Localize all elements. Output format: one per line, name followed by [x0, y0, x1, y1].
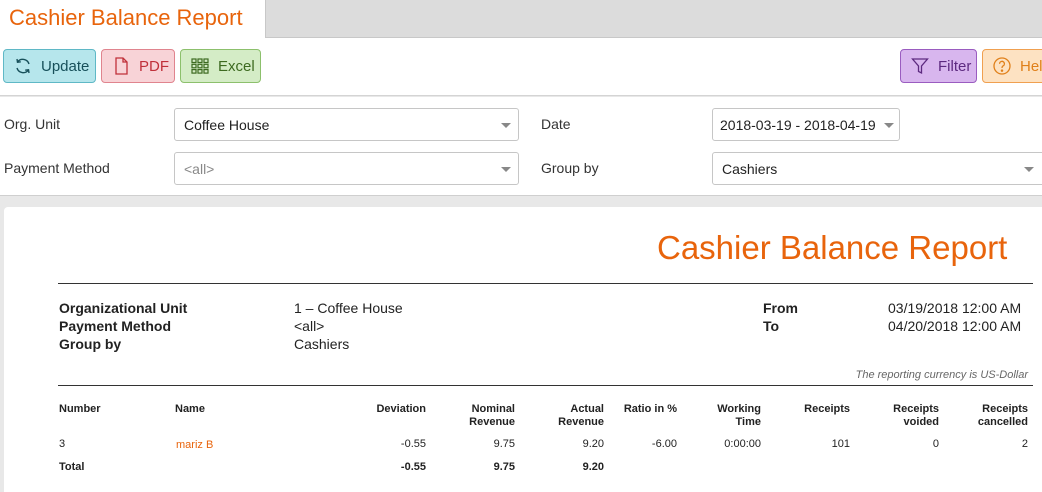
- total-label: Total: [59, 461, 85, 473]
- column-header-name: Name: [175, 403, 205, 415]
- report-org-unit-label: Organizational Unit: [59, 300, 188, 316]
- chevron-down-icon: [501, 123, 511, 128]
- column-header-receipts: Receipts: [804, 403, 850, 415]
- update-button[interactable]: Update: [3, 49, 96, 83]
- refresh-icon: [16, 58, 30, 74]
- total-actual-revenue: 9.20: [582, 461, 604, 473]
- help-button[interactable]: Help: [982, 49, 1042, 83]
- divider: [58, 385, 1033, 386]
- tab-bar: Cashier Balance Report: [0, 0, 1042, 39]
- cell-receipts-voided: 0: [932, 438, 939, 450]
- tab-cashier-balance-report[interactable]: Cashier Balance Report: [0, 0, 266, 39]
- pdf-label: PDF: [139, 57, 169, 75]
- filter-icon: [911, 58, 929, 75]
- date-value: 2018-03-19 - 2018-04-19: [720, 116, 876, 133]
- column-header-actual-revenue: Actual Revenue: [558, 403, 604, 428]
- report-to-label: To: [763, 318, 780, 334]
- total-deviation: -0.55: [400, 461, 426, 473]
- cell-number: 3: [59, 438, 66, 450]
- report-group-by-label: Group by: [59, 336, 122, 352]
- cell-actual-revenue: 9.20: [582, 438, 604, 450]
- column-header-receipts-cancelled: Receipts cancelled: [977, 403, 1028, 428]
- currency-note: The reporting currency is US-Dollar: [855, 369, 1028, 381]
- help-label: Help: [1020, 57, 1042, 75]
- cell-nominal-revenue: 9.75: [493, 438, 515, 450]
- divider: [58, 283, 1033, 284]
- document-icon: [115, 57, 128, 75]
- cell-receipts: 101: [831, 438, 850, 450]
- report-title: Cashier Balance Report: [657, 229, 1008, 266]
- column-header-number: Number: [59, 403, 101, 415]
- total-nominal-revenue: 9.75: [493, 461, 515, 473]
- org-unit-label: Org. Unit: [4, 116, 61, 132]
- payment-method-select[interactable]: <all>: [174, 152, 519, 185]
- column-header-ratio: Ratio in %: [623, 403, 677, 415]
- filter-button[interactable]: Filter: [900, 49, 977, 83]
- cell-working-time: 0:00:00: [724, 438, 761, 450]
- report-from-value: 03/19/2018 12:00 AM: [888, 300, 1022, 316]
- report-org-unit-value: 1 – Coffee House: [294, 300, 403, 316]
- filter-label: Filter: [938, 57, 972, 75]
- cashier-name-link[interactable]: mariz B: [176, 439, 213, 451]
- excel-label: Excel: [218, 57, 255, 75]
- report-group-by-value: Cashiers: [294, 336, 350, 352]
- date-range-select[interactable]: 2018-03-19 - 2018-04-19: [712, 108, 900, 141]
- org-unit-select[interactable]: Coffee House: [174, 108, 519, 141]
- cell-ratio: -6.00: [651, 438, 677, 450]
- cell-deviation: -0.55: [400, 438, 426, 450]
- excel-button[interactable]: Excel: [180, 49, 261, 83]
- grid-icon: [191, 58, 209, 74]
- group-by-label: Group by: [541, 160, 599, 176]
- pdf-button[interactable]: PDF: [101, 49, 175, 83]
- chevron-down-icon: [501, 167, 511, 172]
- column-header-receipts-voided: Receipts voided: [893, 403, 939, 428]
- payment-method-label: Payment Method: [4, 160, 110, 176]
- toolbar: Update PDF Excel Filter Help: [0, 38, 1042, 96]
- tab-title: Cashier Balance Report: [9, 5, 243, 30]
- payment-method-value: <all>: [184, 160, 215, 177]
- org-unit-value: Coffee House: [184, 116, 270, 133]
- report-to-value: 04/20/2018 12:00 AM: [888, 318, 1022, 334]
- report-payment-method-value: <all>: [294, 318, 325, 334]
- update-label: Update: [41, 57, 90, 75]
- column-header-deviation: Deviation: [376, 403, 426, 415]
- report-payment-method-label: Payment Method: [59, 318, 172, 334]
- column-header-working-time: Working Time: [717, 403, 761, 428]
- report-from-label: From: [763, 300, 798, 316]
- column-header-nominal-revenue: Nominal Revenue: [469, 403, 515, 428]
- chevron-down-icon: [884, 123, 894, 128]
- group-by-select[interactable]: Cashiers: [712, 152, 1042, 185]
- question-icon: [993, 57, 1011, 75]
- chevron-down-icon: [1024, 167, 1034, 172]
- group-by-value: Cashiers: [722, 160, 778, 177]
- filter-panel: Org. Unit Coffee House Date 2018-03-19 -…: [0, 97, 1042, 196]
- cell-receipts-cancelled: 2: [1021, 438, 1028, 450]
- date-label: Date: [541, 116, 571, 132]
